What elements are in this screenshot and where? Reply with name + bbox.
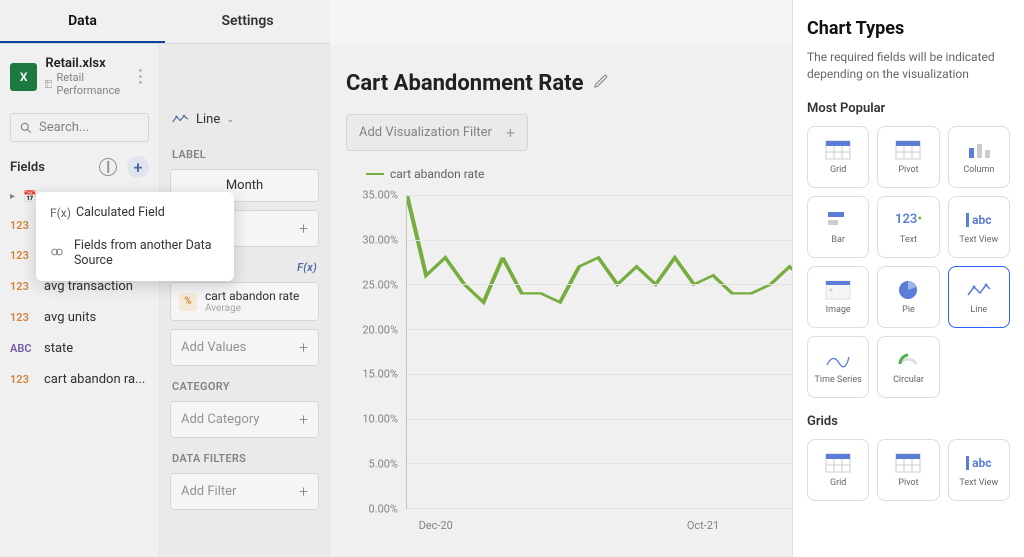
time-series-icon — [824, 349, 852, 371]
chart-type-tile-pivot[interactable]: Pivot — [877, 439, 939, 501]
chart-types-panel: Chart Types The required fields will be … — [792, 0, 1024, 557]
chart-type-tile-pie[interactable]: Pie — [877, 266, 939, 328]
bar-icon — [824, 209, 852, 231]
add-filter-button[interactable]: Add Filter+ — [170, 473, 319, 510]
label-section-header: LABEL — [160, 138, 329, 165]
pivot-icon — [894, 452, 922, 474]
menu-fields-other-datasource[interactable]: Fields from another Data Source — [36, 229, 234, 277]
chart-type-tile-image[interactable]: Image — [807, 266, 869, 328]
field-item[interactable]: 123cart abandon ra... — [0, 364, 159, 395]
grid-icon — [824, 452, 852, 474]
add-field-menu: F(x) Calculated Field Fields from anothe… — [36, 192, 234, 281]
value-field[interactable]: % cart abandon rateAverage — [170, 282, 319, 321]
add-viz-filter-button[interactable]: Add Visualization Filter+ — [346, 114, 528, 151]
chart-type-tile-text[interactable]: 123•Text — [877, 196, 939, 258]
panel-description: The required fields will be indicated de… — [807, 49, 1010, 83]
chart-type-tile-bar[interactable]: Bar — [807, 196, 869, 258]
pie-icon — [894, 279, 922, 301]
field-item[interactable]: ABCstate — [0, 333, 159, 364]
add-category-button[interactable]: Add Category+ — [170, 401, 319, 438]
datasource-menu-icon[interactable]: ⋯ — [130, 68, 151, 86]
panel-title: Chart Types — [807, 18, 1010, 39]
chart-type-tile-grid[interactable]: Grid — [807, 126, 869, 188]
datasource-name: Retail.xlsx — [45, 56, 123, 71]
section-grids: Grids — [807, 414, 1010, 429]
datasource-table: Retail Performance — [45, 71, 123, 97]
add-values-button[interactable]: Add Values+ — [170, 329, 319, 366]
text-icon: 123• — [894, 209, 922, 231]
chart-type-tile-grid[interactable]: Grid — [807, 439, 869, 501]
excel-icon: X — [10, 63, 37, 91]
text-view-icon: abc — [965, 452, 993, 474]
ai-icon[interactable] — [99, 158, 117, 176]
text-view-icon: abc — [965, 209, 993, 231]
menu-calculated-field[interactable]: F(x) Calculated Field — [36, 196, 234, 229]
chart-type-tile-column[interactable]: Column — [948, 126, 1010, 188]
chart-type-tile-circular[interactable]: Circular — [877, 336, 939, 398]
filters-section-header: DATA FILTERS — [160, 442, 329, 469]
fx-icon: F(x) — [50, 206, 66, 220]
chart-type-tile-text-view[interactable]: abcText View — [948, 439, 1010, 501]
category-section-header: CATEGORY — [160, 370, 329, 397]
percent-icon: % — [179, 293, 197, 311]
chart-type-tile-line[interactable]: Line — [948, 266, 1010, 328]
fields-header: Fields — [10, 160, 45, 175]
chart-type-tile-pivot[interactable]: Pivot — [877, 126, 939, 188]
column-icon — [965, 139, 993, 161]
edit-title-icon[interactable] — [593, 73, 609, 93]
field-item[interactable]: 123avg units — [0, 302, 159, 333]
image-icon — [824, 279, 852, 301]
chart-type-tile-text-view[interactable]: abcText View — [948, 196, 1010, 258]
tab-data[interactable]: Data — [0, 0, 165, 43]
fx-icon[interactable]: F(x) — [297, 261, 317, 274]
tab-settings[interactable]: Settings — [165, 0, 330, 43]
search-input[interactable]: Search... — [10, 113, 149, 142]
grid-icon — [824, 139, 852, 161]
chart-type-tile-time-series[interactable]: Time Series — [807, 336, 869, 398]
add-field-button[interactable]: + — [127, 156, 149, 178]
circular-icon — [894, 349, 922, 371]
datasource-row: X Retail.xlsx Retail Performance ⋯ — [0, 44, 159, 109]
link-icon — [50, 245, 64, 262]
section-most-popular: Most Popular — [807, 101, 1010, 116]
pivot-icon — [894, 139, 922, 161]
chart-type-selector[interactable]: Line ⌄ — [160, 100, 329, 138]
line-icon — [965, 279, 993, 301]
chart-title: Cart Abandonment Rate — [346, 71, 583, 96]
